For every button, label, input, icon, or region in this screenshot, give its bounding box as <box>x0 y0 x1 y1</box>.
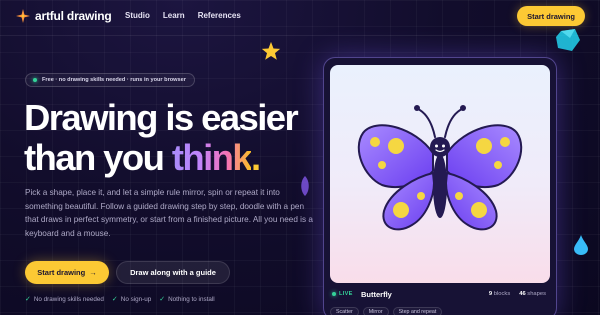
check-icon: ✓ <box>111 296 118 303</box>
headline-line-2: than you think. <box>24 138 324 178</box>
tag-list: Scatter Mirror Step and repeat <box>330 307 443 315</box>
tag-scatter[interactable]: Scatter <box>330 307 359 315</box>
start-drawing-button[interactable]: Start drawing → <box>25 261 109 284</box>
benefit-text: Nothing to install <box>168 295 215 303</box>
drawing-title: Butterfly <box>361 290 392 299</box>
nav-links: Studio Learn References <box>125 11 241 20</box>
live-dot <box>332 292 336 296</box>
headline-line-1: Drawing is easier <box>24 97 299 138</box>
check-icon: ✓ <box>159 296 166 303</box>
arrow-right-icon: → <box>89 268 97 277</box>
benefit-list: ✓ No drawing skills needed ✓ No sign-up … <box>25 295 215 304</box>
benefit-text: No drawing skills needed <box>33 295 104 303</box>
blocks-stat: 9 blocks <box>489 291 510 297</box>
nav-link-references[interactable]: References <box>198 11 241 20</box>
status-dot <box>33 78 37 82</box>
brand-name: artful drawing <box>35 9 112 23</box>
headline-accent-word: think <box>171 137 253 178</box>
top-nav: artful drawing Studio Learn References S… <box>0 0 600 34</box>
shapes-stat: 46 shapes <box>519 291 546 297</box>
benefit-item: ✓ Nothing to install <box>159 295 215 304</box>
nav-link-learn[interactable]: Learn <box>163 11 185 20</box>
headline-prefix: than you <box>24 137 172 178</box>
card-footer: LIVE Butterfly 9 blocks 46 shapes <box>324 286 556 304</box>
check-icon: ✓ <box>25 296 31 303</box>
page-title: Drawing is easier than you think. <box>24 98 324 178</box>
benefit-item: ✓ No drawing skills needed <box>25 295 104 304</box>
preview-card[interactable]: LIVE Butterfly 9 blocks 46 shapes Scatte… <box>323 57 557 315</box>
nav-link-studio[interactable]: Studio <box>125 11 150 20</box>
blocks-count: 9 <box>488 291 493 297</box>
tag-mirror[interactable]: Mirror <box>362 307 389 315</box>
shapes-count: 46 <box>519 291 526 297</box>
benefit-text: No sign-up <box>120 295 152 303</box>
start-drawing-label: Start drawing <box>37 268 86 277</box>
sparkle-icon <box>16 9 30 23</box>
drawing-stats: 9 blocks 46 shapes <box>489 291 546 297</box>
free-badge-text: Free · no drawing skills needed · runs i… <box>42 77 186 83</box>
live-badge: LIVE <box>332 291 353 297</box>
nav-divider <box>0 35 600 36</box>
gem-icon <box>556 29 580 51</box>
star-icon <box>261 41 281 60</box>
brand[interactable]: artful drawing <box>16 9 112 23</box>
headline-period: . <box>251 137 261 178</box>
shapes-label: shapes <box>527 291 546 297</box>
guided-drawing-button[interactable]: Draw along with a guide <box>116 261 230 284</box>
hero-description: Pick a shape, place it, and let a simple… <box>25 188 313 238</box>
blocks-label: blocks <box>493 291 511 297</box>
butterfly-drawing <box>357 105 523 231</box>
start-drawing-nav-button[interactable]: Start drawing <box>517 6 585 26</box>
drop-icon <box>574 235 588 255</box>
tag-step-and-repeat[interactable]: Step and repeat <box>392 307 443 315</box>
benefit-item: ✓ No sign-up <box>111 295 152 304</box>
free-badge: Free · no drawing skills needed · runs i… <box>25 73 195 87</box>
drawing-canvas[interactable] <box>330 65 550 283</box>
live-label: LIVE <box>339 291 353 297</box>
